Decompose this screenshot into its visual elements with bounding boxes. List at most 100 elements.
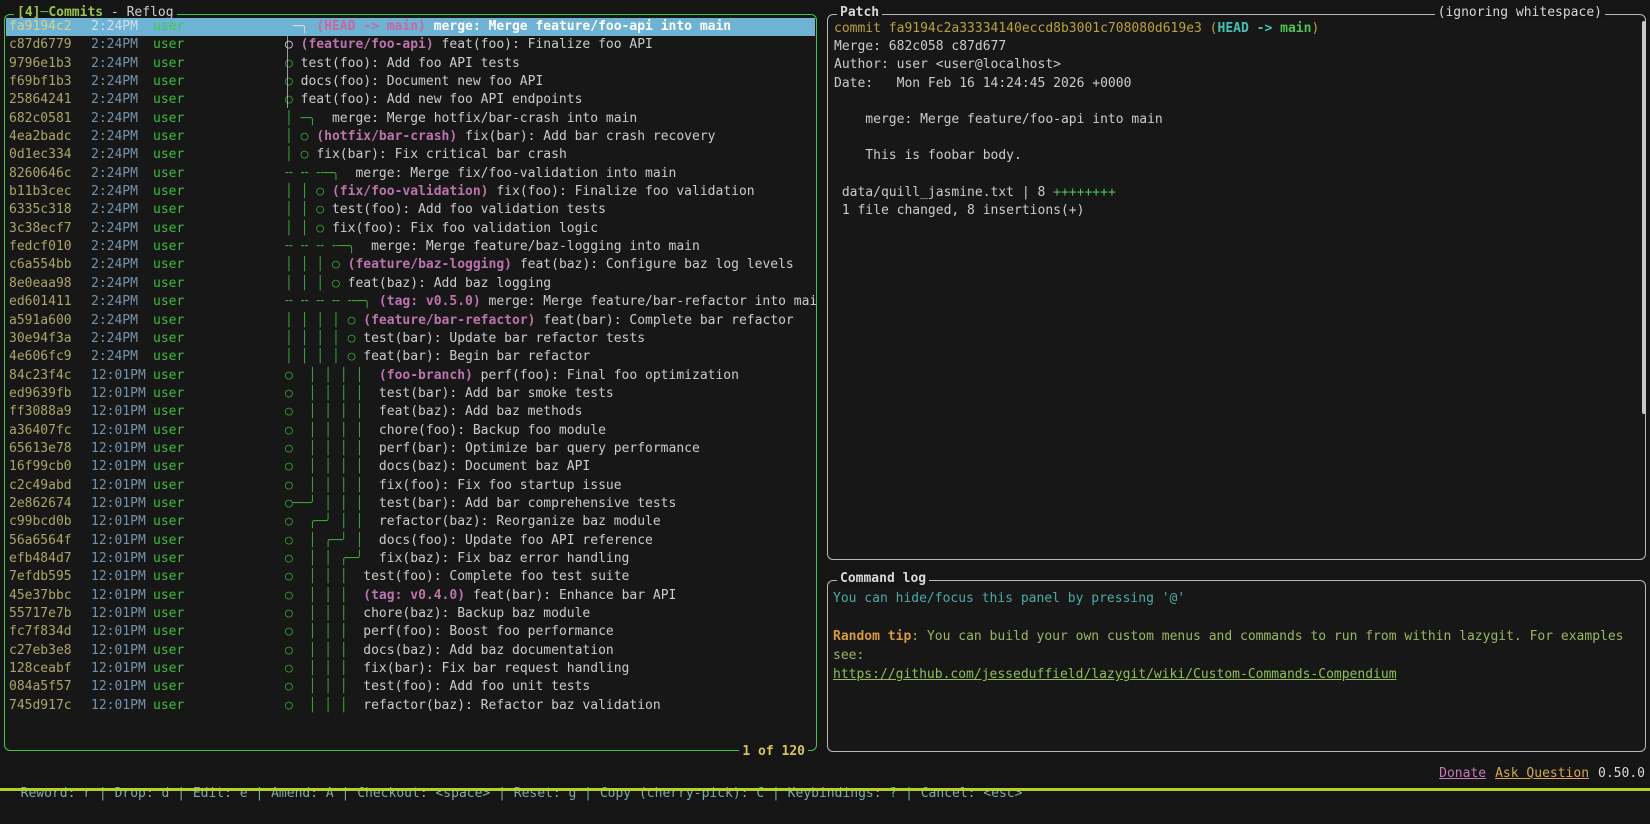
ask-question-link[interactable]: Ask Question [1495, 766, 1589, 781]
commit-row[interactable]: c27eb3e8 12:01PM user ○ │ │ │ docs(baz): Ad… [6, 642, 815, 660]
commit-row[interactable]: fedcf010 2:24PM user ╌ ╌ ╌ ╌─╮ merge: Merge… [6, 238, 815, 256]
commit-graph-message: ○ │ │ │ test(foo): Complete foo test sui… [285, 568, 629, 586]
commit-row[interactable]: f69bf1b3 2:24PM user ○ docs(foo): Document … [6, 73, 815, 91]
text-segment: This is foobar body. [834, 148, 1022, 164]
commit-graph-message: ○ (feature/foo-api) feat(foo): Finalize … [285, 36, 653, 54]
commit-graph-message: ○ feat(foo): Add new foo API endpoints [285, 91, 582, 109]
text-line: This is foobar body. [834, 147, 1635, 165]
text-line: Merge: 682c058 c87d677 [834, 38, 1635, 56]
commit-author: user [153, 569, 185, 585]
commit-row[interactable]: fa9194c2 2:24PM user ─╮ (HEAD -> main) mer… [6, 18, 815, 37]
commit-row[interactable]: ed9639fb 12:01PM user ○ │ │ │ │ test(bar): … [6, 385, 815, 403]
commit-message: docs(foo): Update foo API reference [378, 532, 653, 548]
commit-row[interactable]: 0d1ec334 2:24PM user │ ○ fix(bar): Fix crit… [6, 146, 815, 164]
commit-message: test(foo): Add foo unit tests [363, 679, 591, 695]
patch-content: commit fa9194c2a33334140eccd8b3001c70808… [834, 20, 1635, 220]
commit-time: 12:01PM [91, 459, 146, 475]
commit-row[interactable]: 45e37bbc 12:01PM user ○ │ │ │ (tag: v0.4.0)… [6, 587, 815, 605]
commit-row[interactable]: ed601411 2:24PM user ╌ ╌ ╌ ╌ ╌─╮ (tag: v0.5… [6, 293, 818, 311]
commit-hash: 84c23f4c [9, 367, 72, 383]
commit-message: fix(bar): Fix bar request handling [363, 661, 630, 677]
graph-glyphs: ╌ ╌ ╌ ╌ ╌─╮ [285, 294, 379, 310]
commit-row[interactable]: 7efdb595 12:01PM user ○ │ │ │ test(foo): Co… [6, 568, 815, 586]
commit-row[interactable]: 745d917c 12:01PM user ○ │ │ │ refactor(baz)… [6, 697, 815, 715]
commit-message: docs(baz): Add baz documentation [363, 642, 614, 658]
commit-row[interactable]: c6a554bb 2:24PM user │ │ │ ○ (feature/baz-l… [6, 256, 815, 274]
commit-hash: 16f99cb0 [9, 459, 72, 475]
commit-row[interactable]: 8260646c 2:24PM user ╌ ╌ ╌─╮ merge: Merge f… [6, 165, 815, 183]
commit-row[interactable]: ff3088a9 12:01PM user ○ │ │ │ │ feat(baz): … [6, 403, 815, 421]
text-line [834, 129, 1635, 147]
commit-author: user [153, 404, 185, 420]
text-line: Date: Mon Feb 16 14:24:45 2026 +0000 [834, 75, 1635, 93]
command-log-panel: Command log You can hide/focus this pane… [827, 571, 1646, 752]
graph-glyphs: │ ○ [285, 147, 317, 163]
commit-row[interactable]: c2c49abd 12:01PM user ○ │ │ │ │ fix(foo): F… [6, 477, 815, 495]
commit-graph-message: ○ │ │ │ (tag: v0.4.0) feat(bar): Enhance… [285, 587, 676, 605]
commit-row[interactable]: b11b3cec 2:24PM user │ │ ○ (fix/foo-validat… [6, 183, 815, 201]
commit-graph-message: ○ │ │ │ chore(baz): Backup baz module [285, 605, 590, 623]
commit-author: user [153, 37, 185, 53]
commit-row[interactable]: 16f99cb0 12:01PM user ○ │ │ │ │ docs(baz): … [6, 458, 815, 476]
text-line [833, 608, 1635, 627]
commit-author: user [153, 202, 185, 218]
text-segment: see: [833, 648, 865, 663]
commit-row[interactable]: fc7f834d 12:01PM user ○ │ │ │ perf(foo): Bo… [6, 623, 815, 641]
text-segment: Merge: 682c058 c87d677 [834, 39, 1007, 55]
commit-author: user [153, 606, 185, 621]
text-line: You can hide/focus this panel by pressin… [833, 589, 1635, 608]
commit-row[interactable]: 65613e78 12:01PM user ○ │ │ │ │ perf(bar): … [6, 440, 815, 458]
text-segment: Date: Mon Feb 16 14:24:45 2026 +0000 [834, 75, 1132, 91]
commit-row[interactable]: efb484d7 12:01PM user ○ │ │ ╭─╯ fix(baz): F… [6, 550, 815, 568]
commit-author: user [153, 477, 185, 493]
commit-row[interactable]: 55717e7b 12:01PM user ○ │ │ │ chore(baz): B… [6, 605, 815, 623]
commit-row[interactable]: 9796e1b3 2:24PM user ○ test(foo): Add foo A… [6, 55, 815, 73]
command-log-title: Command log [837, 571, 930, 586]
commit-row[interactable]: 30e94f3a 2:24PM user │ │ │ │ ○ test(bar): U… [6, 330, 815, 348]
text-segment: You can hide/focus this panel by pressin… [833, 591, 1186, 606]
commit-message: merge: Merge feature/bar-refactor into m… [480, 294, 818, 310]
commit-time: 2:24PM [91, 202, 138, 218]
commit-time: 12:01PM [91, 367, 146, 383]
commit-hash: 2e862674 [9, 495, 72, 511]
patch-scrollbar[interactable] [1642, 21, 1646, 414]
graph-glyphs: ○ │ │ │ [285, 697, 364, 713]
commit-row[interactable]: 682c0581 2:24PM user │ ─╮ merge: Merge hotf… [6, 110, 815, 128]
commit-row[interactable]: c87d6779 2:24PM user ○ (feature/foo-api) fe… [6, 36, 815, 54]
commit-row[interactable]: 2e862674 12:01PM user ○──╯ │ │ │ test(bar):… [6, 495, 815, 513]
commit-graph-message: ○ │ │ ╭─╯ fix(baz): Fix baz error handli… [285, 550, 629, 568]
commit-row[interactable]: 128ceabf 12:01PM user ○ │ │ │ fix(bar): Fix… [6, 660, 815, 678]
commit-author: user [153, 55, 185, 71]
commit-graph-message: │ │ │ ○ (feature/baz-logging) feat(baz):… [285, 256, 794, 274]
text-segment: You can build your own custom menus and … [926, 629, 1624, 644]
commit-row[interactable]: 6335c318 2:24PM user │ │ ○ test(foo): Add f… [6, 201, 815, 219]
commit-author: user [153, 19, 185, 34]
commit-message: merge: Merge feature/foo-api into main [425, 19, 732, 34]
commit-row[interactable]: 3c38ecf7 2:24PM user │ │ ○ fix(foo): Fix fo… [6, 220, 815, 238]
commit-row[interactable]: 25864241 2:24PM user ○ feat(foo): Add new f… [6, 91, 815, 109]
commit-row[interactable]: a36407fc 12:01PM user ○ │ │ │ │ chore(foo):… [6, 422, 815, 440]
branch-ref: (hotfix/bar-crash) [316, 129, 458, 145]
commit-row[interactable]: 084a5f57 12:01PM user ○ │ │ │ test(foo): Ad… [6, 678, 815, 696]
commit-author: user [153, 422, 185, 438]
commit-row[interactable]: c99bcd0b 12:01PM user ○ ╭─╯ │ │ refactor(ba… [6, 513, 815, 531]
commit-row[interactable]: 4e606fc9 2:24PM user │ │ │ │ ○ feat(bar): B… [6, 348, 815, 366]
graph-main-lane [287, 36, 288, 108]
commit-row[interactable]: 4ea2badc 2:24PM user │ ○ (hotfix/bar-crash)… [6, 128, 815, 146]
commit-message: chore(foo): Backup foo module [378, 422, 606, 438]
commit-author: user [153, 275, 185, 291]
wiki-link[interactable]: https://github.com/jesseduffield/lazygit… [833, 667, 1397, 682]
commit-row[interactable]: a591a600 2:24PM user │ │ │ │ ○ (feature/bar… [6, 312, 815, 330]
commit-hash: 084a5f57 [9, 679, 72, 695]
text-segment: Author: user <user@localhost> [834, 57, 1061, 73]
commit-time: 12:01PM [91, 532, 146, 548]
text-line: commit fa9194c2a33334140eccd8b3001c70808… [834, 20, 1635, 38]
commit-message: test(bar): Update bar refactor tests [363, 330, 646, 346]
commit-message: test(foo): Add foo API tests [300, 55, 520, 71]
commit-row[interactable]: 56a6564f 12:01PM user ○ │ ╭─╯ │ docs(foo): … [6, 532, 815, 550]
graph-glyphs: ○ │ ╭─╯ │ [285, 532, 379, 548]
commit-row[interactable]: 8e0eaa98 2:24PM user │ │ │ ○ feat(baz): Add… [6, 275, 815, 293]
commit-hash: ed601411 [9, 294, 72, 310]
donate-link[interactable]: Donate [1439, 766, 1486, 781]
commit-row[interactable]: 84c23f4c 12:01PM user ○ │ │ │ │ (foo-branch… [6, 367, 815, 385]
